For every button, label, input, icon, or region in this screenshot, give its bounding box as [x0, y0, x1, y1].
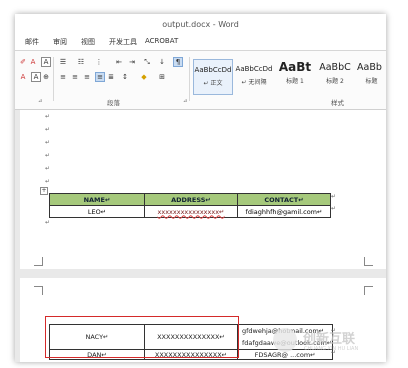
- cell-contact[interactable]: fdiaghhfh@gamil.com↵: [237, 205, 331, 218]
- tab-acrobat[interactable]: ACROBAT: [145, 37, 178, 45]
- styles-group-label: 样式: [331, 99, 344, 107]
- align-center-icon[interactable]: ≡: [71, 73, 79, 81]
- paragraph-mark: ↵: [45, 152, 51, 159]
- text-effect-icon[interactable]: A: [29, 58, 37, 66]
- watermark-logo-icon: [273, 328, 297, 352]
- paragraph-dialog-launcher-icon[interactable]: ⊿: [183, 98, 187, 104]
- table-header-row: NAME↵ ADDRESS↵ CONTACT↵: [49, 193, 331, 206]
- paragraph-group-label: 段落: [107, 99, 120, 107]
- header-name[interactable]: NAME↵: [49, 193, 145, 206]
- align-left-icon[interactable]: ≡: [59, 73, 67, 81]
- bullets-icon[interactable]: ☰: [59, 58, 67, 66]
- style-heading-1[interactable]: AaBt 标题 1: [277, 59, 313, 93]
- ribbon: ✐ A A A A ⊕ ☰ ☷ ⋮ ⇤ ⇥ ⤡ ↓ ¶ ≡ ≡ ≡ ≡ ≣ ↕ …: [15, 51, 386, 110]
- selection-highlight-box: [45, 316, 239, 358]
- style-heading-2[interactable]: AaBbC 标题 2: [317, 59, 353, 93]
- paragraph-mark: ↵: [45, 139, 51, 146]
- justify-icon[interactable]: ≡: [95, 72, 105, 82]
- borders-icon[interactable]: ⊞: [158, 73, 166, 81]
- page-corner-marker: [364, 257, 373, 266]
- word-window: output.docx - Word 邮件 审阅 视图 开发工具 ACROBAT…: [15, 14, 386, 362]
- numbering-icon[interactable]: ☷: [77, 58, 85, 66]
- clear-format-icon[interactable]: ✐: [19, 58, 27, 66]
- line-spacing-icon[interactable]: ↕: [121, 73, 129, 81]
- multilevel-list-icon[interactable]: ⋮: [95, 58, 103, 66]
- tab-developer[interactable]: 开发工具: [109, 37, 137, 47]
- paragraph-mark: ↵: [45, 178, 51, 185]
- enclose-char-icon[interactable]: ⊕: [42, 73, 50, 81]
- paragraph-mark: ↵: [45, 219, 51, 226]
- page-corner-marker: [34, 286, 43, 295]
- cell-address[interactable]: xxxxxxxxxxxxxxxx↵: [144, 205, 238, 218]
- contact-table-1: NAME↵ ADDRESS↵ CONTACT↵ LEO↵ xxxxxxxxxxx…: [49, 193, 331, 218]
- header-address[interactable]: ADDRESS↵: [144, 193, 238, 206]
- char-border-icon[interactable]: A: [41, 57, 51, 67]
- row-end-mark: ↵: [331, 193, 337, 200]
- document-page-1: ↵ ↵ ↵ ↵ ↵ ↵ + NAME↵ ADDRESS↵ CONTACT↵ LE…: [20, 110, 386, 269]
- paragraph-mark: ↵: [45, 165, 51, 172]
- decrease-indent-icon[interactable]: ⇤: [115, 58, 123, 66]
- paragraph-mark: ↵: [45, 113, 51, 120]
- increase-indent-icon[interactable]: ⇥: [128, 58, 136, 66]
- watermark-text: 创新互联: [303, 332, 356, 347]
- paragraph-mark: ↵: [45, 126, 51, 133]
- char-shading-icon[interactable]: A: [31, 72, 41, 82]
- tab-view[interactable]: 视图: [81, 37, 95, 47]
- sort-icon[interactable]: ↓: [158, 58, 166, 66]
- style-title[interactable]: AaBb 标题: [357, 59, 386, 93]
- document-area: ↵ ↵ ↵ ↵ ↵ ↵ + NAME↵ ADDRESS↵ CONTACT↵ LE…: [15, 110, 386, 362]
- font-color-icon[interactable]: A: [19, 73, 27, 81]
- ribbon-tabs: 邮件 审阅 视图 开发工具 ACROBAT: [15, 36, 386, 51]
- table-move-handle-icon[interactable]: +: [40, 187, 48, 195]
- chinese-layout-icon[interactable]: ⤡: [143, 58, 151, 66]
- cell-name[interactable]: LEO↵: [49, 205, 145, 218]
- window-title: output.docx - Word: [162, 20, 239, 29]
- tab-review[interactable]: 审阅: [53, 37, 67, 47]
- align-right-icon[interactable]: ≡: [83, 73, 91, 81]
- row-end-mark: ↵: [331, 205, 337, 212]
- shading-icon[interactable]: ◆: [140, 73, 148, 81]
- page-corner-marker: [364, 286, 373, 295]
- distributed-icon[interactable]: ≣: [107, 73, 115, 81]
- font-dialog-launcher-icon[interactable]: ⊿: [38, 98, 42, 104]
- style-normal[interactable]: AaBbCcDd ↵ 正文: [193, 59, 233, 95]
- show-marks-icon[interactable]: ¶: [173, 57, 183, 67]
- tab-mailings[interactable]: 邮件: [25, 37, 39, 47]
- style-no-spacing[interactable]: AaBbCcDd ↵ 无间隔: [235, 59, 273, 93]
- title-bar: output.docx - Word: [15, 14, 386, 34]
- watermark-subtext: CHUANG XIN HU LIAN: [304, 346, 359, 352]
- page-corner-marker: [34, 257, 43, 266]
- header-contact[interactable]: CONTACT↵: [237, 193, 331, 206]
- table-row: LEO↵ xxxxxxxxxxxxxxxx↵ fdiaghhfh@gamil.c…: [49, 205, 331, 218]
